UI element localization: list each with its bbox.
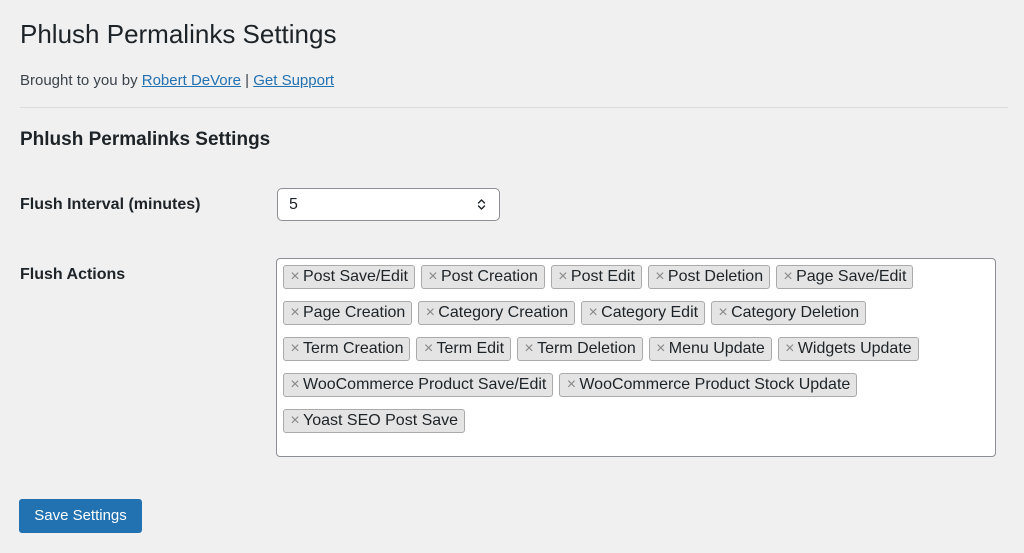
action-tag-label: Post Creation	[440, 268, 538, 285]
support-link[interactable]: Get Support	[253, 72, 334, 89]
remove-tag-icon[interactable]: ×	[587, 304, 599, 322]
action-tag[interactable]: × Post Edit	[550, 265, 642, 289]
flush-interval-input[interactable]: 5	[277, 188, 500, 221]
header-divider	[20, 107, 1008, 108]
remove-tag-icon[interactable]: ×	[784, 340, 796, 358]
remove-tag-icon[interactable]: ×	[427, 268, 439, 286]
byline-prefix: Brought to you by	[20, 72, 142, 89]
remove-tag-icon[interactable]: ×	[717, 304, 729, 322]
action-tag[interactable]: × Widgets Update	[777, 337, 919, 361]
action-tag-label: Page Save/Edit	[796, 268, 907, 285]
action-tag[interactable]: × Post Deletion	[647, 265, 771, 289]
action-tag[interactable]: × Term Creation	[283, 337, 411, 361]
remove-tag-icon[interactable]: ×	[655, 340, 667, 358]
action-tag[interactable]: × Post Save/Edit	[283, 265, 415, 289]
remove-tag-icon[interactable]: ×	[565, 376, 577, 394]
action-tag-label: Term Edit	[436, 340, 505, 357]
action-tag[interactable]: × WooCommerce Product Save/Edit	[283, 373, 554, 397]
page-title: Phlush Permalinks Settings	[20, 19, 337, 49]
action-tag[interactable]: × WooCommerce Product Stock Update	[559, 373, 858, 397]
action-tag[interactable]: × Category Creation	[418, 301, 576, 325]
action-tag[interactable]: × Post Creation	[420, 265, 545, 289]
action-tag[interactable]: × Yoast SEO Post Save	[283, 409, 466, 433]
author-link[interactable]: Robert DeVore	[142, 72, 241, 89]
byline: Brought to you by Robert DeVore | Get Su…	[20, 71, 334, 91]
action-tag-label: Post Edit	[570, 268, 635, 285]
selected-actions-list: × Post Save/Edit × Post Creation × Post Edit ×…	[283, 265, 991, 433]
remove-tag-icon[interactable]: ×	[289, 304, 301, 322]
action-tag-label: WooCommerce Product Stock Update	[579, 376, 851, 393]
byline-separator: |	[240, 72, 254, 89]
action-tag-label: Menu Update	[668, 340, 765, 357]
action-tag[interactable]: × Menu Update	[648, 337, 772, 361]
remove-tag-icon[interactable]: ×	[654, 268, 666, 286]
flush-interval-value: 5	[289, 195, 298, 213]
action-tag-label: Widgets Update	[797, 340, 912, 357]
action-tag-label: Category Deletion	[731, 304, 860, 321]
stepper-arrows-icon[interactable]	[474, 198, 488, 211]
action-tag-label: Yoast SEO Post Save	[303, 412, 459, 429]
action-tag[interactable]: × Page Save/Edit	[776, 265, 914, 289]
remove-tag-icon[interactable]: ×	[289, 376, 301, 394]
flush-interval-label: Flush Interval (minutes)	[20, 196, 201, 213]
remove-tag-icon[interactable]: ×	[557, 268, 569, 286]
settings-page: Phlush Permalinks Settings Brought to yo…	[0, 0, 1024, 553]
remove-tag-icon[interactable]: ×	[782, 268, 794, 286]
section-title: Phlush Permalinks Settings	[20, 129, 271, 150]
action-tag-label: Page Creation	[303, 304, 406, 321]
flush-actions-select[interactable]: × Post Save/Edit × Post Creation × Post Edit ×…	[276, 258, 996, 457]
action-tag-label: Term Deletion	[537, 340, 636, 357]
action-tag-label: Category Creation	[438, 304, 569, 321]
action-tag[interactable]: × Category Deletion	[711, 301, 867, 325]
action-tag[interactable]: × Page Creation	[283, 301, 413, 325]
action-tag-label: Category Edit	[601, 304, 699, 321]
action-tag[interactable]: × Category Edit	[581, 301, 706, 325]
remove-tag-icon[interactable]: ×	[289, 268, 301, 286]
action-tag[interactable]: × Term Edit	[416, 337, 512, 361]
action-tag-label: Post Deletion	[667, 268, 764, 285]
remove-tag-icon[interactable]: ×	[289, 412, 301, 430]
remove-tag-icon[interactable]: ×	[289, 340, 301, 358]
flush-actions-label: Flush Actions	[20, 266, 126, 283]
save-settings-button[interactable]: Save Settings	[19, 499, 142, 533]
remove-tag-icon[interactable]: ×	[523, 340, 535, 358]
action-tag[interactable]: × Term Deletion	[517, 337, 643, 361]
action-tag-label: Post Save/Edit	[303, 268, 408, 285]
remove-tag-icon[interactable]: ×	[422, 340, 434, 358]
action-tag-label: WooCommerce Product Save/Edit	[303, 376, 547, 393]
remove-tag-icon[interactable]: ×	[424, 304, 436, 322]
action-tag-label: Term Creation	[303, 340, 404, 357]
